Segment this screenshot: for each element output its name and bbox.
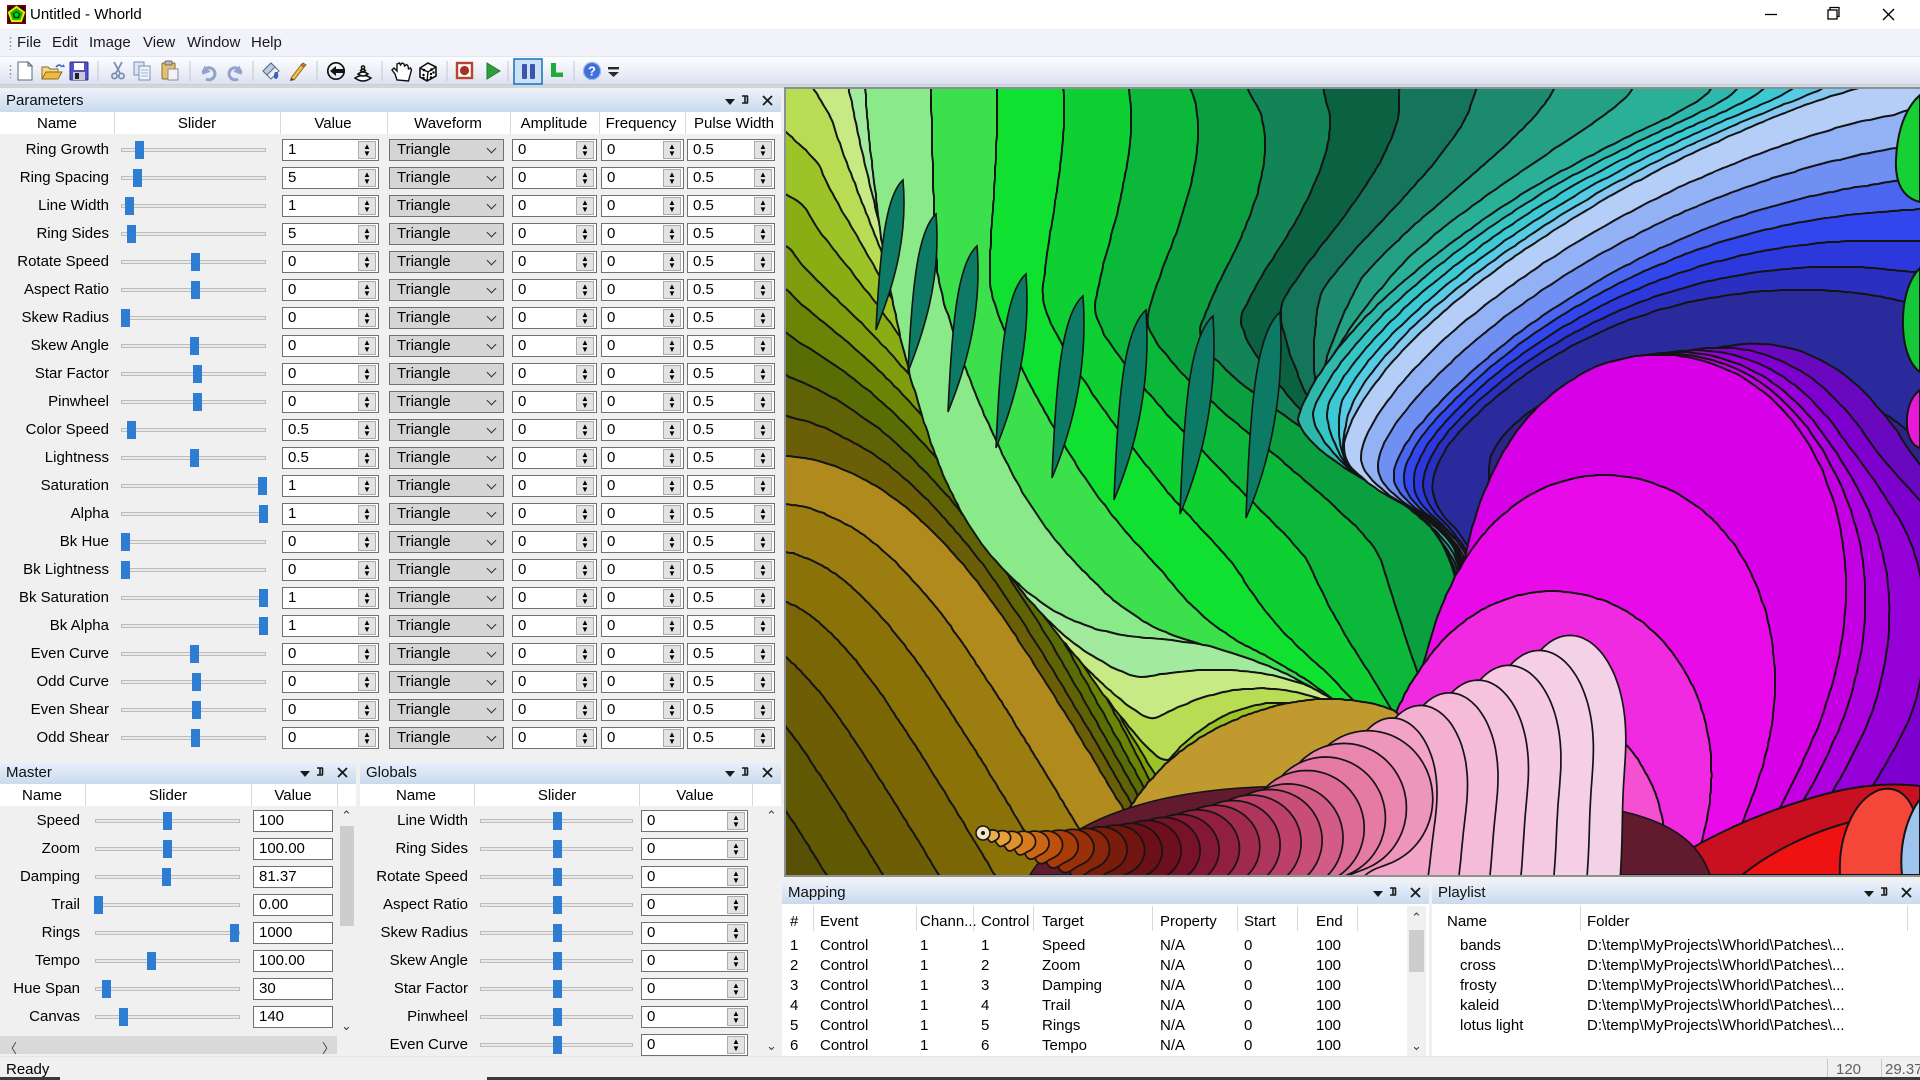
svg-text:?: ? [588,64,596,79]
